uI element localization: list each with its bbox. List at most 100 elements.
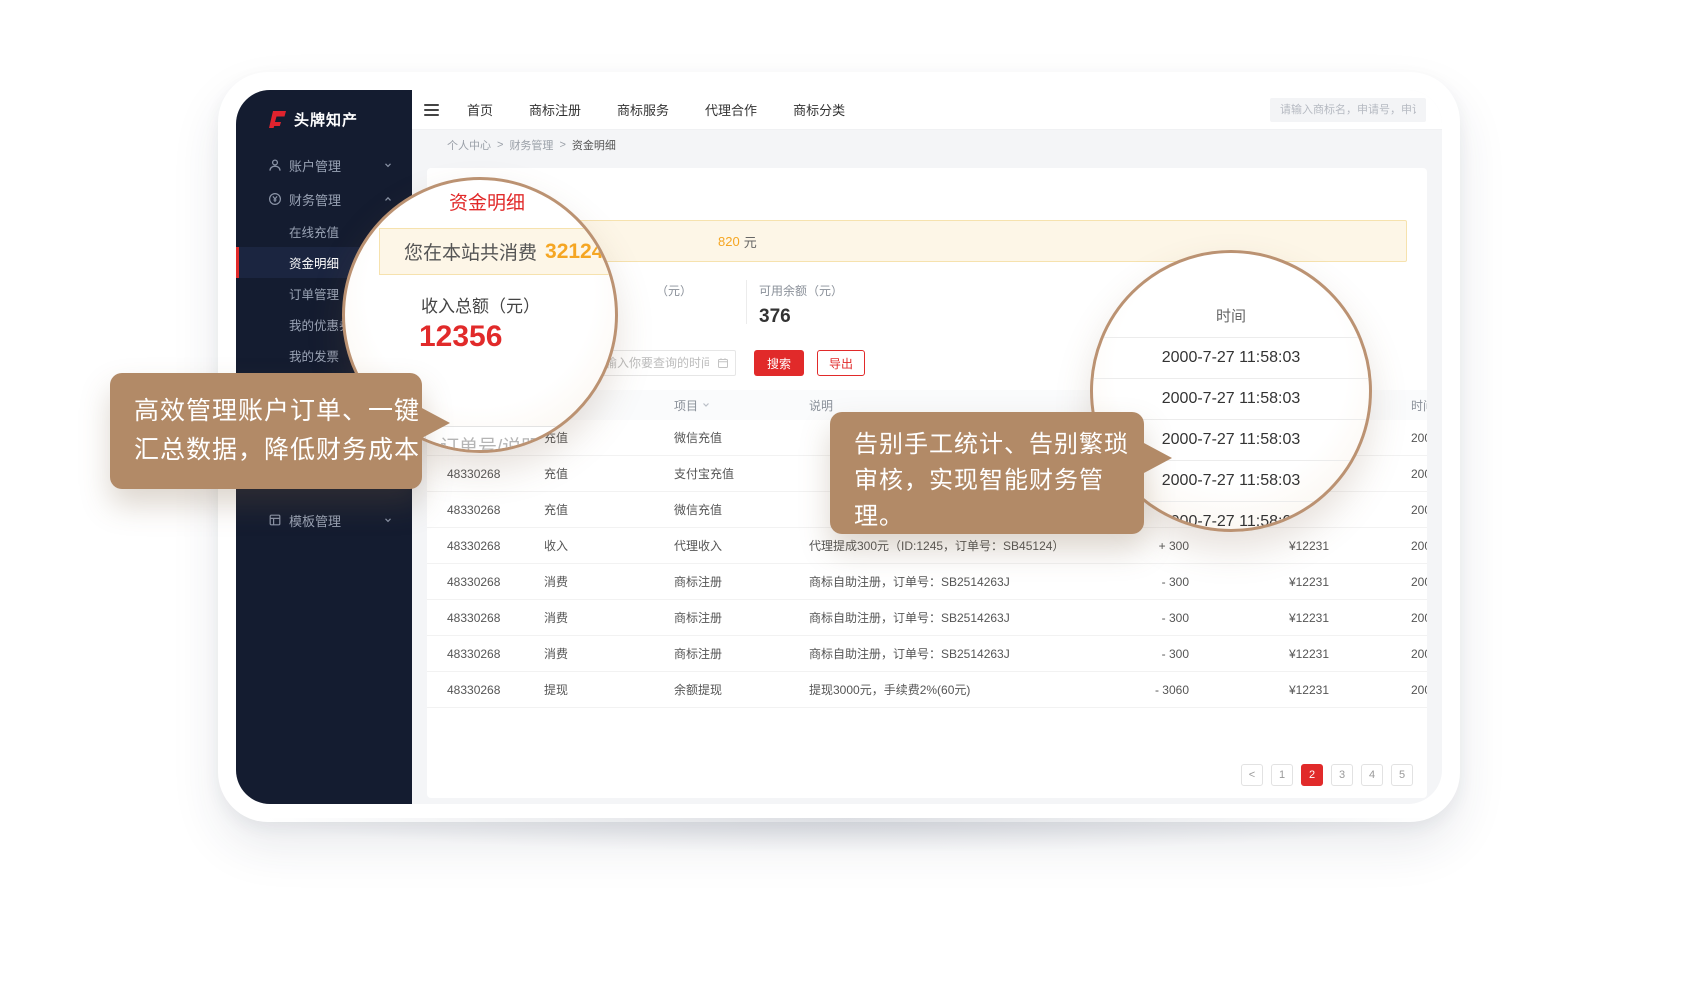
lens-time-header: 时间: [1093, 305, 1369, 326]
callout-arrow-right-icon: [420, 407, 466, 439]
header-desc: 说明: [809, 397, 1089, 414]
user-icon: [268, 158, 282, 172]
date-input[interactable]: [596, 350, 736, 376]
cell-type: 收入: [544, 537, 674, 554]
pagination-page-button[interactable]: 1: [1271, 764, 1293, 786]
callout-left-text: 高效管理账户订单、一键汇总数据，降低财务成本: [134, 392, 422, 470]
brand-logo[interactable]: 头牌知产: [236, 90, 412, 148]
cell-project: 商标注册: [674, 609, 809, 626]
breadcrumb-item[interactable]: 财务管理: [509, 137, 553, 153]
brand-logo-icon: [266, 108, 288, 130]
sort-caret-icon: [702, 402, 710, 408]
lens-banner-amount: 32124: [545, 240, 603, 264]
cell-amount: - 300: [1089, 647, 1189, 661]
top-nav-item[interactable]: 商标注册: [529, 100, 581, 119]
banner-amount: 820: [718, 234, 740, 249]
breadcrumb-item[interactable]: 个人中心: [447, 137, 491, 153]
pagination-page-button[interactable]: 2: [1301, 764, 1323, 786]
callout-line: 理。: [854, 499, 1144, 535]
top-nav-item[interactable]: 首页: [467, 100, 493, 119]
menu-icon[interactable]: [424, 104, 439, 116]
pagination-pages: 12345: [1271, 764, 1413, 786]
cell-time: 2000-7-27 11:58:03: [1339, 575, 1427, 589]
cell-desc: 代理提成300元（ID:1245，订单号：SB45124）: [809, 537, 1089, 554]
pagination-page-button[interactable]: 3: [1331, 764, 1353, 786]
callout-right-text: 告别手工统计、告别繁琐审核，实现智能财务管理。: [854, 427, 1144, 535]
sidebar-item-label: 模板管理: [236, 511, 341, 530]
table-row: 48330268 消费 商标注册 商标自助注册，订单号：SB2514263J -…: [427, 564, 1427, 600]
callout-line: 汇总数据，降低财务成本: [134, 431, 422, 470]
cell-type: 充值: [544, 465, 674, 482]
cell-order: 48330268: [427, 647, 544, 661]
template-icon: [268, 513, 282, 527]
top-navbar: 首页 商标注册 商标服务 代理合作 商标分类: [412, 90, 1442, 130]
cell-desc: 提现3000元，手续费2%(60元): [809, 681, 1089, 698]
cell-time: 2000-7-27 11:58:03: [1339, 683, 1427, 697]
cell-order: 48330268: [427, 467, 544, 481]
search-button[interactable]: 搜索: [754, 350, 804, 376]
breadcrumb: 个人中心 > 财务管理 > 资金明细: [412, 130, 1442, 160]
sidebar-item-finance[interactable]: 财务管理: [236, 182, 412, 216]
cell-balance: ¥12231: [1189, 647, 1339, 661]
cell-time: 2000-7-27 11:58:03: [1339, 611, 1427, 625]
sidebar-item-account[interactable]: 账户管理: [236, 148, 412, 182]
cell-amount: - 3060: [1089, 683, 1189, 697]
breadcrumb-separator: >: [559, 139, 565, 151]
cell-desc: 商标自助注册，订单号：SB2514263J: [809, 573, 1089, 590]
callout-line: 告别手工统计、告别繁琐: [854, 427, 1144, 463]
trademark-search-input[interactable]: [1270, 98, 1426, 122]
header-project[interactable]: 项目: [674, 397, 809, 414]
sidebar-item-template[interactable]: 模板管理: [236, 503, 412, 537]
top-nav-links: 首页 商标注册 商标服务 代理合作 商标分类: [467, 100, 845, 119]
sidebar-item-label: 账户管理: [236, 156, 341, 175]
lens-income-value: 12356: [419, 320, 502, 354]
chevron-up-icon: [383, 194, 393, 204]
lens-consumption-banner: 您在本站共消费 32124 元: [379, 228, 618, 275]
cell-balance: ¥12231: [1189, 575, 1339, 589]
pagination-page-button[interactable]: 4: [1361, 764, 1383, 786]
cell-amount: + 300: [1089, 539, 1189, 553]
top-nav-item[interactable]: 商标服务: [617, 100, 669, 119]
callout-line: 审核，实现智能财务管: [854, 463, 1144, 499]
pagination-prev-button[interactable]: <: [1241, 764, 1263, 786]
cell-type: 充值: [544, 501, 674, 518]
cell-balance: ¥12231: [1189, 539, 1339, 553]
stat-divider: [746, 280, 747, 324]
lens-banner-prefix: 您在本站共消费: [404, 238, 537, 265]
table-row: 48330268 消费 商标注册 商标自助注册，订单号：SB2514263J -…: [427, 600, 1427, 636]
top-nav-item[interactable]: 代理合作: [705, 100, 757, 119]
cell-type: 消费: [544, 645, 674, 662]
cell-order: 48330268: [427, 683, 544, 697]
cell-project: 微信充值: [674, 501, 809, 518]
export-button[interactable]: 导出: [817, 350, 865, 376]
cell-order: 48330268: [427, 539, 544, 553]
top-nav-item[interactable]: 商标分类: [793, 100, 845, 119]
callout-left: 高效管理账户订单、一键汇总数据，降低财务成本: [110, 373, 422, 489]
lens-income-label: 收入总额（元）: [421, 292, 540, 317]
chevron-down-icon: [383, 515, 393, 525]
cell-project: 商标注册: [674, 573, 809, 590]
cell-desc: 商标自助注册，订单号：SB2514263J: [809, 645, 1089, 662]
breadcrumb-separator: >: [497, 139, 503, 151]
page-background: 头牌知产 账户管理 财务管理: [0, 0, 1696, 1002]
table-row: 48330268 提现 余额提现 提现3000元，手续费2%(60元) - 30…: [427, 672, 1427, 708]
callout-line: 高效管理账户订单、一键: [134, 392, 422, 431]
cell-balance: ¥12231: [1189, 683, 1339, 697]
cell-time: 2000-7-27 11:58:03: [1339, 539, 1427, 553]
cell-project: 支付宝充值: [674, 465, 809, 482]
cell-time: 2000-7-27 11:58:03: [1339, 647, 1427, 661]
banner-suffix: 元: [744, 232, 757, 251]
cell-desc: 商标自助注册，订单号：SB2514263J: [809, 609, 1089, 626]
cell-amount: - 300: [1089, 575, 1189, 589]
balance-stat-value: 376: [759, 306, 843, 328]
card-title-row: 资金明细: [427, 180, 1427, 208]
pagination-page-button[interactable]: 5: [1391, 764, 1413, 786]
cell-type: 提现: [544, 681, 674, 698]
breadcrumb-current: 资金明细: [572, 137, 616, 153]
cell-project: 商标注册: [674, 645, 809, 662]
cell-balance: ¥12231: [1189, 611, 1339, 625]
table-row: 48330268 消费 商标注册 商标自助注册，订单号：SB2514263J -…: [427, 636, 1427, 672]
sidebar-item-label: 财务管理: [236, 190, 341, 209]
cell-order: 48330268: [427, 503, 544, 517]
cell-order: 48330268: [427, 611, 544, 625]
